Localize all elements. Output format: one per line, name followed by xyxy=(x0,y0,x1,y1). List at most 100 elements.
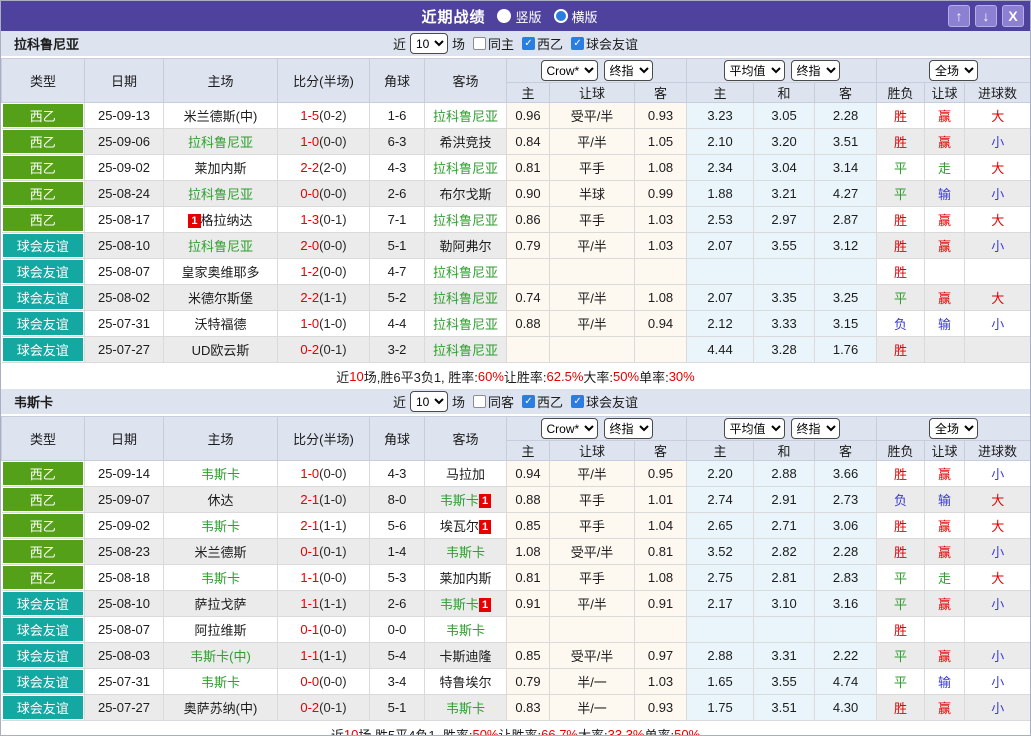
match-date-cell: 25-08-02 xyxy=(84,284,164,311)
filter-checkbox[interactable] xyxy=(472,37,486,50)
match-type-badge: 球会友谊 xyxy=(2,618,83,641)
home-odds-cell: 0.85 xyxy=(506,512,550,539)
bookmaker-select[interactable]: Crow* xyxy=(540,60,598,81)
fulltime-select[interactable]: 全场 xyxy=(929,60,979,81)
average-odds-select[interactable]: 平均值 xyxy=(723,60,785,81)
fulltime-select[interactable]: 全场 xyxy=(929,418,979,439)
radio-icon[interactable] xyxy=(497,9,512,23)
match-type-cell: 西乙 xyxy=(1,538,85,565)
col-header-home: 主场 xyxy=(163,416,278,461)
odds-stage-select-2[interactable]: 终指 xyxy=(790,418,840,439)
sub-header-handicap: 让球 xyxy=(549,82,635,103)
away-team-name: 拉科鲁尼亚 xyxy=(432,213,498,228)
sub-header-winloss: 胜负 xyxy=(876,440,926,461)
filter-checkbox-label[interactable]: 球会友谊 xyxy=(586,392,638,411)
arrow-up-icon: ↑ xyxy=(955,8,963,24)
result-handicap-cell: 赢 xyxy=(924,460,966,487)
odds-stage-select-1[interactable]: 终指 xyxy=(603,418,653,439)
summary-segment: 10 xyxy=(343,726,359,736)
col-header-corner: 角球 xyxy=(369,58,425,103)
match-date-cell: 25-07-27 xyxy=(84,336,164,363)
handicap-cell: 受平/半 xyxy=(549,538,635,565)
radio-dot xyxy=(556,12,565,20)
handicap-cell: 半球 xyxy=(549,180,635,207)
summary-segment: 50% xyxy=(472,726,499,736)
score-cell: 0-0(0-0) xyxy=(277,668,370,695)
radio-icon[interactable] xyxy=(553,9,568,23)
col-header-type: 类型 xyxy=(1,58,85,103)
avg-away-odds-cell: 3.51 xyxy=(814,128,878,155)
col-header-score: 比分(半场) xyxy=(277,416,370,461)
avg-draw-odds-cell: 3.35 xyxy=(753,284,816,311)
handicap-cell xyxy=(549,258,635,285)
halftime-score: (0-1) xyxy=(319,700,347,715)
match-type-badge: 球会友谊 xyxy=(2,696,83,719)
score-cell: 2-2(2-0) xyxy=(277,154,370,181)
result-winloss-cell: 胜 xyxy=(876,512,926,539)
filter-checkbox[interactable]: ✓ xyxy=(522,37,535,50)
home-team-cell: 韦斯卡(中) xyxy=(163,642,278,669)
bookmaker-select[interactable]: Crow* xyxy=(540,418,598,439)
away-odds-cell xyxy=(634,616,688,643)
home-odds-cell: 0.83 xyxy=(506,694,550,721)
fulltime-score: 0-2 xyxy=(300,700,320,715)
filter-checkbox[interactable] xyxy=(472,395,486,408)
move-down-button[interactable]: ↓ xyxy=(975,5,997,27)
avg-away-odds-cell: 3.15 xyxy=(814,310,878,337)
odds-stage-select-2[interactable]: 终指 xyxy=(790,60,840,81)
home-team-cell: 韦斯卡 xyxy=(163,512,278,539)
filter-checkbox-label[interactable]: 西乙 xyxy=(537,392,563,411)
home-team-cell: 米兰德斯(中) xyxy=(163,102,278,129)
filter-checkbox-label[interactable]: 同客 xyxy=(488,392,514,411)
layout-radio-option[interactable]: 横版 xyxy=(553,7,598,26)
corner-cell: 1-6 xyxy=(369,102,425,129)
fulltime-header-group: 全场 xyxy=(876,416,1030,441)
move-up-button[interactable]: ↑ xyxy=(948,5,970,27)
result-winloss-cell: 胜 xyxy=(876,460,926,487)
away-odds-cell: 1.03 xyxy=(634,232,688,259)
filter-checkbox-label[interactable]: 西乙 xyxy=(537,34,563,53)
sub-header-avg-away: 客 xyxy=(814,440,878,461)
result-winloss-cell: 负 xyxy=(876,310,926,337)
handicap-cell xyxy=(549,336,635,363)
odds-stage-select-1[interactable]: 终指 xyxy=(603,60,653,81)
avg-draw-odds-cell: 3.55 xyxy=(753,668,816,695)
col-header-date: 日期 xyxy=(84,416,164,461)
match-type-cell: 球会友谊 xyxy=(1,310,85,337)
section-header: 拉科鲁尼亚 近 10 场同主 ✓ 西乙 ✓ 球会友谊 xyxy=(1,31,1030,58)
match-count-select[interactable]: 10 xyxy=(409,33,448,54)
away-odds-cell xyxy=(634,258,688,285)
score-cell: 1-1(0-0) xyxy=(277,564,370,591)
bookmaker-header-group: Crow* 终指 xyxy=(505,58,688,83)
home-team-cell: 韦斯卡 xyxy=(163,668,278,695)
corner-cell: 4-3 xyxy=(369,460,425,487)
match-count-select[interactable]: 10 xyxy=(409,391,448,412)
result-winloss-cell: 平 xyxy=(876,642,926,669)
result-handicap-cell: 赢 xyxy=(924,102,966,129)
away-team-cell: 韦斯卡 1 xyxy=(424,486,507,513)
filter-checkbox[interactable]: ✓ xyxy=(571,37,585,50)
close-button[interactable]: X xyxy=(1002,5,1024,27)
filter-checkbox-label[interactable]: 同主 xyxy=(488,34,514,53)
match-type-badge: 西乙 xyxy=(2,208,83,231)
team-section: 拉科鲁尼亚 近 10 场同主 ✓ 西乙 ✓ 球会友谊 类型 日期 主场 比分(半场) 角球 … xyxy=(1,31,1030,389)
filter-checkbox[interactable]: ✓ xyxy=(571,395,585,408)
home-team-cell: 阿拉维斯 xyxy=(163,616,278,643)
score-cell: 1-5(0-2) xyxy=(277,102,370,129)
layout-radio-option[interactable]: 竖版 xyxy=(497,7,542,26)
result-goals-cell: 大 xyxy=(964,564,1030,591)
average-odds-select[interactable]: 平均值 xyxy=(723,418,785,439)
halftime-score: (0-2) xyxy=(319,108,347,123)
avg-home-odds-cell: 2.07 xyxy=(686,284,755,311)
filter-checkbox[interactable]: ✓ xyxy=(522,395,535,408)
away-odds-cell: 1.08 xyxy=(634,564,688,591)
away-team-name: 拉科鲁尼亚 xyxy=(432,161,498,176)
red-card-badge: 1 xyxy=(478,520,492,534)
filter-checkbox-label[interactable]: 球会友谊 xyxy=(586,34,638,53)
match-row: 球会友谊 25-08-07 皇家奥维耶多 1-2(0-0) 4-7 拉科鲁尼亚胜 xyxy=(1,258,1030,285)
result-goals-cell: 大 xyxy=(964,154,1030,181)
home-odds-cell xyxy=(506,616,550,643)
fulltime-score: 1-1 xyxy=(300,596,320,611)
home-team-cell: 休达 xyxy=(163,486,278,513)
fulltime-score: 1-3 xyxy=(300,212,320,227)
